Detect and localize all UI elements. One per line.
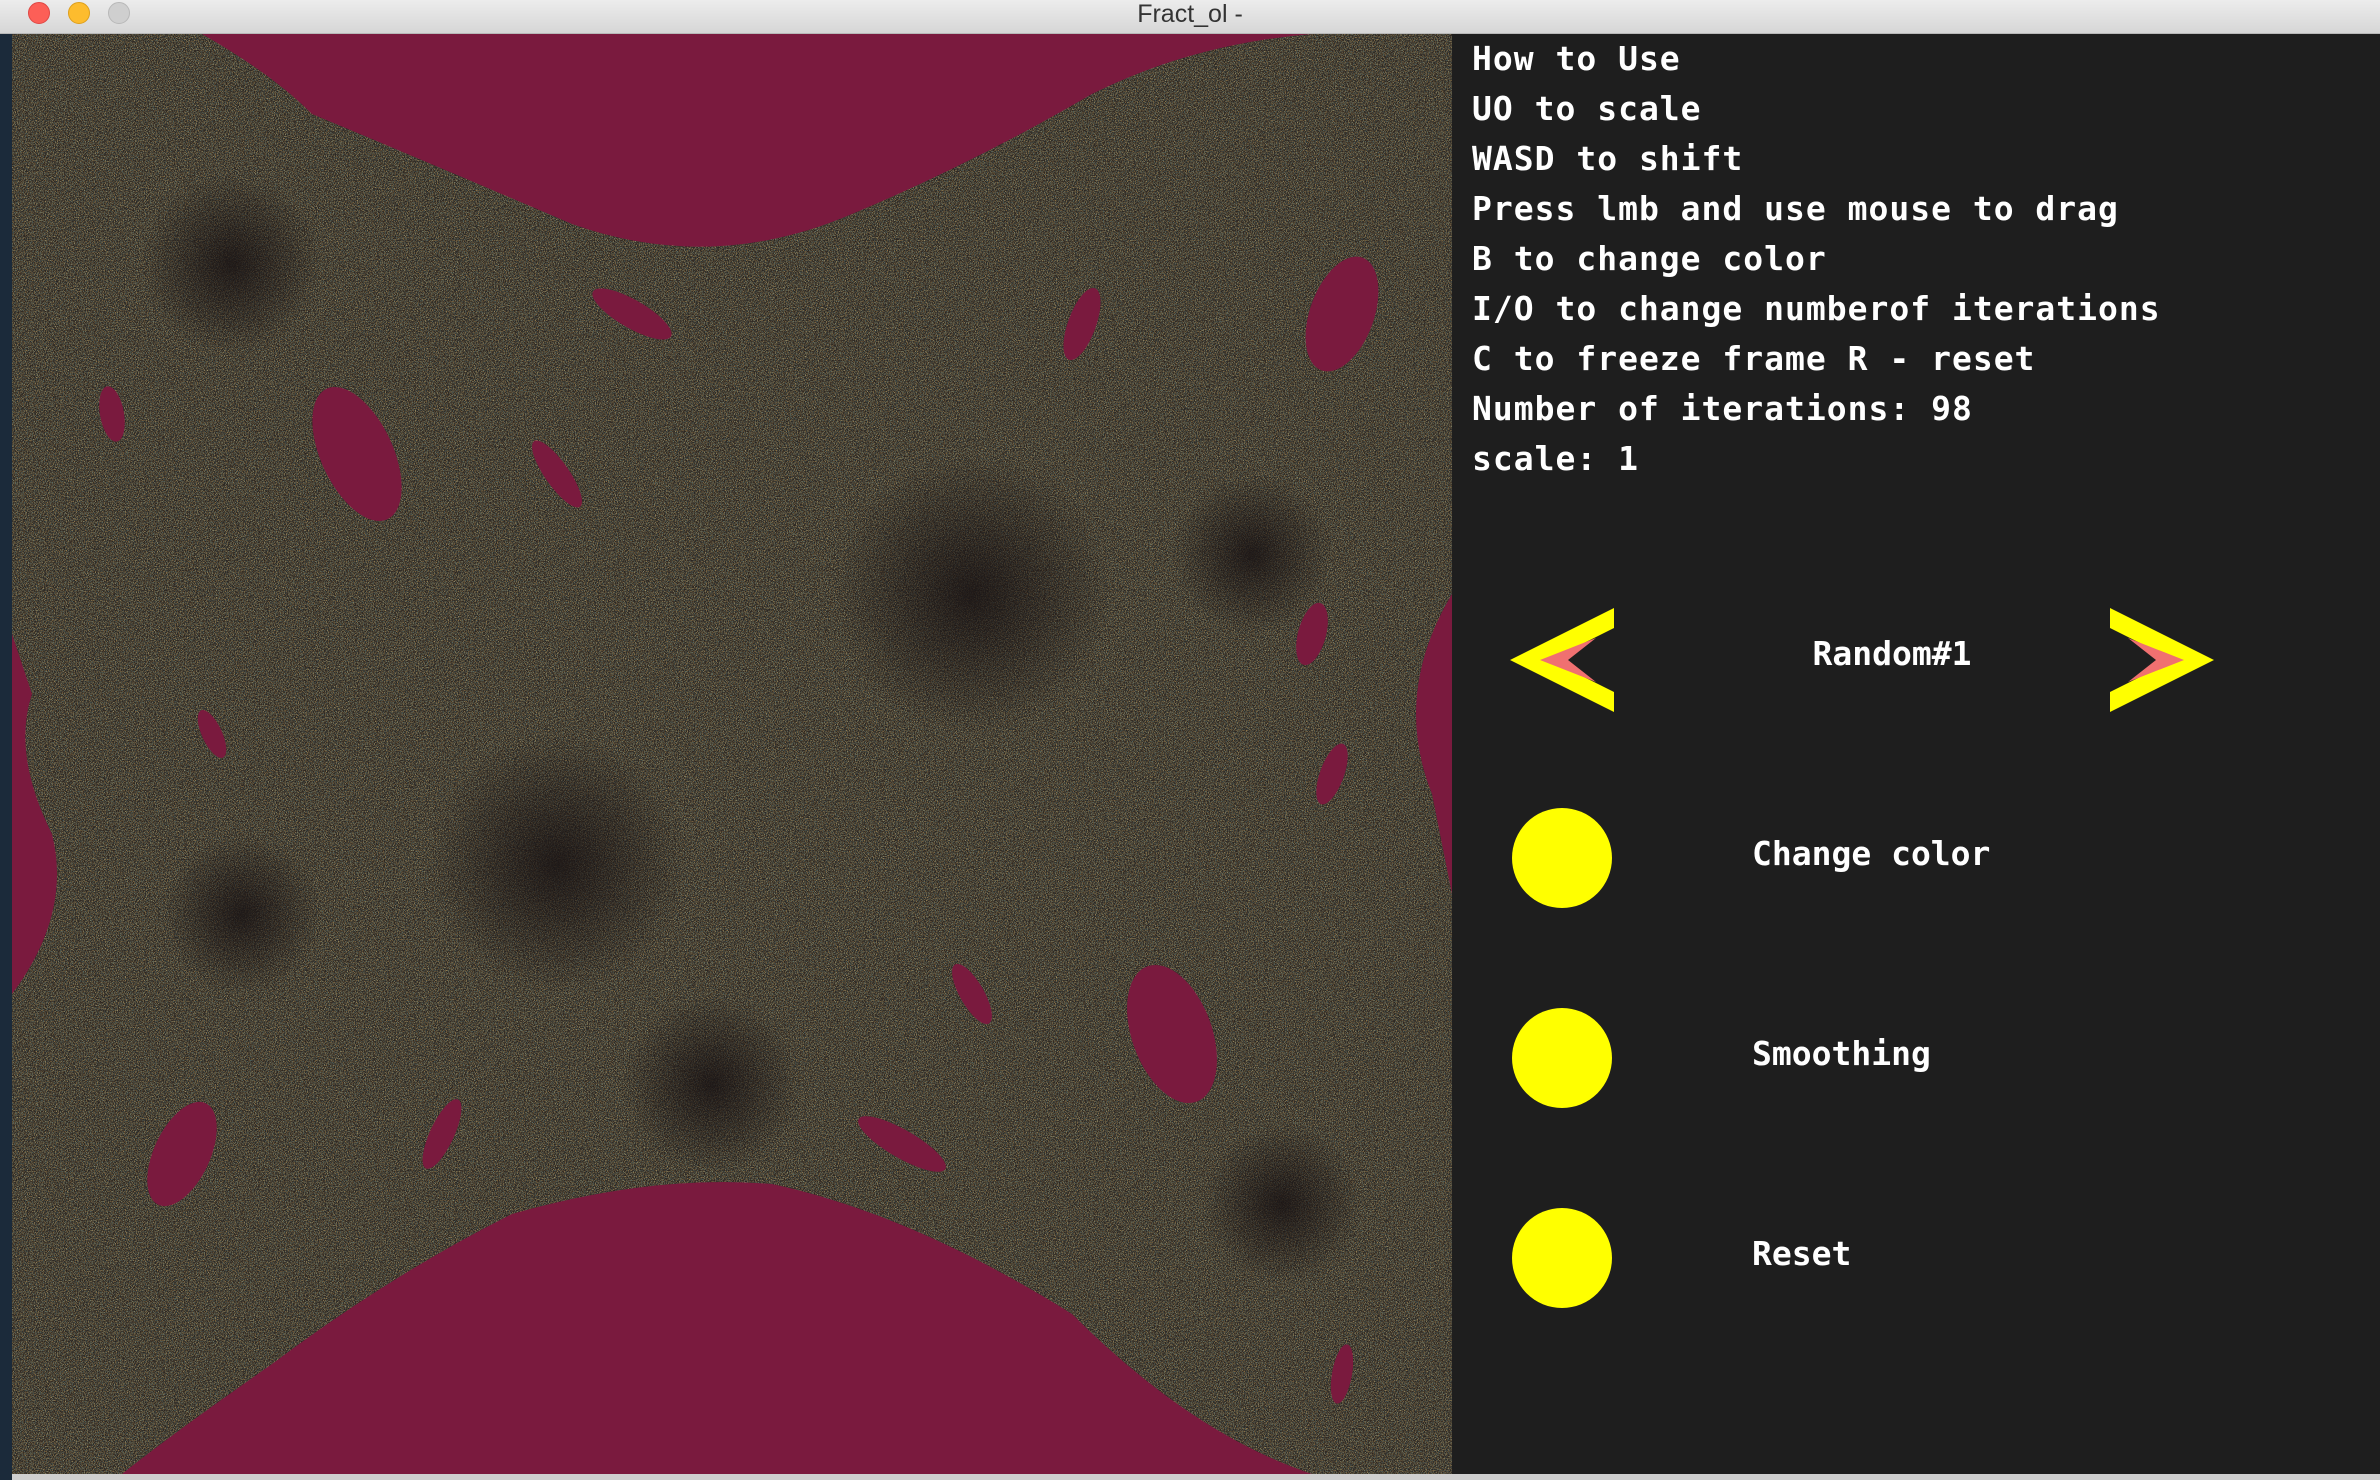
change-color-label[interactable]: Change color bbox=[1752, 834, 1990, 873]
change-color-button[interactable] bbox=[1512, 808, 1612, 908]
help-line-iterations: I/O to change numberof iterations bbox=[1472, 289, 2161, 328]
iterations-readout: Number of iterations: 98 bbox=[1472, 389, 1973, 428]
help-line-color: B to change color bbox=[1472, 239, 1827, 278]
reset-label[interactable]: Reset bbox=[1752, 1234, 1851, 1273]
fractal-core bbox=[142, 174, 322, 354]
next-preset-button[interactable] bbox=[2110, 608, 2214, 712]
fractal-core bbox=[427, 734, 687, 994]
fractal-canvas[interactable] bbox=[12, 34, 1452, 1474]
fractal-image[interactable] bbox=[12, 34, 1452, 1474]
fractal-core bbox=[832, 454, 1112, 734]
control-panel: How to Use UO to scale WASD to shift Pre… bbox=[1452, 34, 2380, 1480]
previous-preset-button[interactable] bbox=[1510, 608, 1614, 712]
help-line-shift: WASD to shift bbox=[1472, 139, 1744, 178]
title-bar[interactable]: Fract_ol - bbox=[0, 0, 2380, 34]
window-title: Fract_ol - bbox=[1137, 0, 1243, 28]
smoothing-label[interactable]: Smoothing bbox=[1752, 1034, 1931, 1073]
help-line-scale: UO to scale bbox=[1472, 89, 1702, 128]
window-bottom-edge bbox=[12, 1474, 2380, 1480]
help-line-freeze-reset: C to freeze frame R - reset bbox=[1472, 339, 2036, 378]
fractal-core bbox=[1202, 1124, 1362, 1284]
chevron-right-icon bbox=[2110, 608, 2214, 712]
help-title: How to Use bbox=[1472, 39, 1681, 78]
background-terminal-edge bbox=[0, 34, 12, 1480]
preset-name: Random#1 bbox=[1812, 634, 1972, 673]
help-line-drag: Press lmb and use mouse to drag bbox=[1472, 189, 2119, 228]
fractal-core bbox=[162, 834, 322, 994]
smoothing-button[interactable] bbox=[1512, 1008, 1612, 1108]
fractal-core bbox=[622, 994, 802, 1174]
scale-readout: scale: 1 bbox=[1472, 439, 1639, 478]
fractol-window: Fract_ol - How to Use UO to scale WASD t… bbox=[0, 0, 2380, 1480]
reset-button[interactable] bbox=[1512, 1208, 1612, 1308]
chevron-left-icon bbox=[1510, 608, 1614, 712]
